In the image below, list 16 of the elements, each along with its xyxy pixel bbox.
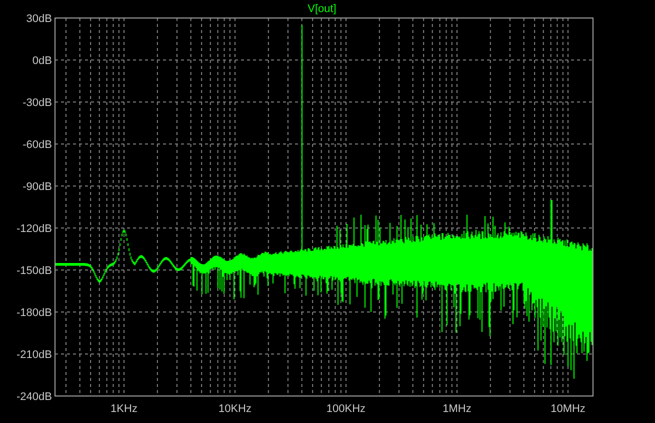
- y-axis-label: -120dB: [16, 223, 52, 235]
- y-axis-label: 0dB: [32, 55, 52, 67]
- y-axis-label: -210dB: [16, 349, 52, 361]
- y-axis-label: -90dB: [22, 181, 52, 193]
- x-axis-label: 10MHz: [550, 403, 586, 415]
- x-axis-label: 1KHz: [110, 403, 138, 415]
- x-axis-label: 10KHz: [218, 403, 252, 415]
- y-axis-label: -240dB: [16, 391, 52, 403]
- x-axis-label: 1MHz: [442, 403, 472, 415]
- y-axis-label: 30dB: [26, 13, 52, 25]
- y-axis-label: -60dB: [22, 139, 52, 151]
- x-axis-label: 100KHz: [326, 403, 366, 415]
- y-axis-label: -150dB: [16, 265, 52, 277]
- trace-label: V[out]: [308, 3, 336, 15]
- y-axis-label: -180dB: [16, 307, 52, 319]
- y-axis-label: -30dB: [22, 97, 52, 109]
